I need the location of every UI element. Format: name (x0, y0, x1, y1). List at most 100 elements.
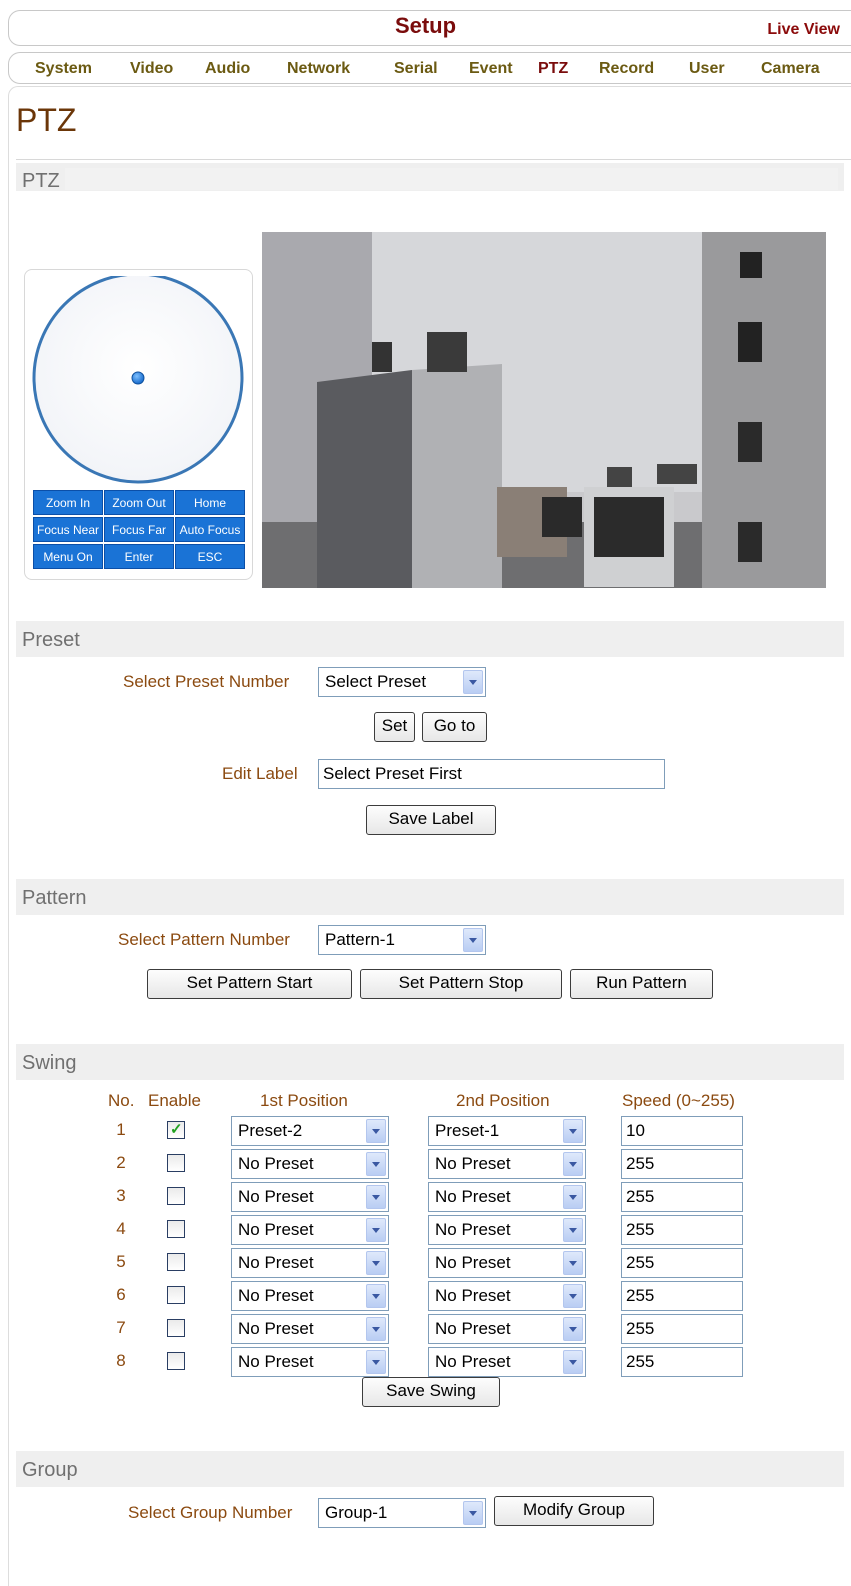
preset-select-value: Select Preset (325, 672, 427, 691)
swing-first-position-value: No Preset (238, 1319, 314, 1338)
swing-first-position-select[interactable]: No Preset (231, 1347, 389, 1377)
nav-camera[interactable]: Camera (761, 60, 820, 78)
nav-record[interactable]: Record (599, 60, 654, 78)
joystick-handle[interactable] (131, 371, 145, 385)
swing-first-position-value: No Preset (238, 1187, 314, 1206)
group-section-bar (16, 1451, 844, 1487)
nav-user[interactable]: User (689, 60, 725, 78)
swing-second-position-select[interactable]: No Preset (428, 1182, 586, 1212)
edit-label-label: Edit Label (222, 764, 298, 783)
preset-select[interactable]: Select Preset (318, 667, 486, 697)
chevron-down-icon (463, 1501, 483, 1525)
save-swing-button[interactable]: Save Swing (362, 1377, 500, 1407)
home-button[interactable]: Home (175, 490, 245, 515)
swing-row-number: 5 (116, 1252, 126, 1271)
swing-first-position-select[interactable]: No Preset (231, 1248, 389, 1278)
swing-second-position-select[interactable]: No Preset (428, 1215, 586, 1245)
set-pattern-start-button[interactable]: Set Pattern Start (147, 969, 352, 999)
select-group-label: Select Group Number (128, 1503, 293, 1522)
swing-second-position-select[interactable]: No Preset (428, 1248, 586, 1278)
focus-near-button[interactable]: Focus Near (33, 517, 103, 542)
joystick-pad[interactable] (31, 276, 246, 491)
page-title: PTZ (16, 102, 77, 138)
pattern-section-title: Pattern (22, 887, 87, 909)
swing-first-position-value: No Preset (238, 1253, 314, 1272)
nav-audio[interactable]: Audio (205, 60, 250, 78)
swing-header-first: 1st Position (260, 1091, 348, 1110)
chevron-down-icon (563, 1119, 583, 1143)
nav-network[interactable]: Network (287, 60, 350, 78)
swing-enable-checkbox[interactable] (167, 1220, 185, 1238)
chevron-down-icon (563, 1251, 583, 1275)
group-select[interactable]: Group-1 (318, 1498, 486, 1528)
title-divider (16, 159, 851, 160)
preset-section-bar (16, 621, 844, 657)
zoom-in-button[interactable]: Zoom In (33, 490, 103, 515)
ptz-section-title: PTZ (22, 170, 60, 192)
swing-second-position-select[interactable]: No Preset (428, 1281, 586, 1311)
chevron-down-icon (366, 1251, 386, 1275)
swing-first-position-select[interactable]: Preset-2 (231, 1116, 389, 1146)
swing-first-position-select[interactable]: No Preset (231, 1215, 389, 1245)
swing-first-position-value: No Preset (238, 1220, 314, 1239)
swing-second-position-select[interactable]: No Preset (428, 1347, 586, 1377)
enter-button[interactable]: Enter (104, 544, 174, 569)
select-pattern-label: Select Pattern Number (118, 930, 290, 949)
swing-enable-checkbox[interactable] (167, 1120, 185, 1139)
save-label-button[interactable]: Save Label (366, 805, 496, 835)
swing-second-position-value: No Preset (435, 1220, 511, 1239)
swing-enable-checkbox[interactable] (167, 1319, 185, 1337)
chevron-down-icon (463, 670, 483, 694)
swing-enable-checkbox[interactable] (167, 1154, 185, 1172)
swing-second-position-select[interactable]: Preset-1 (428, 1116, 586, 1146)
swing-speed-input[interactable]: 255 (621, 1314, 743, 1344)
swing-section-bar (16, 1044, 844, 1080)
goto-preset-button[interactable]: Go to (422, 712, 487, 742)
zoom-out-button[interactable]: Zoom Out (104, 490, 174, 515)
chevron-down-icon (366, 1152, 386, 1176)
swing-enable-checkbox[interactable] (167, 1352, 185, 1370)
set-pattern-stop-button[interactable]: Set Pattern Stop (360, 969, 562, 999)
swing-second-position-select[interactable]: No Preset (428, 1314, 586, 1344)
swing-first-position-select[interactable]: No Preset (231, 1149, 389, 1179)
menu-on-button[interactable]: Menu On (33, 544, 103, 569)
swing-speed-input[interactable]: 255 (621, 1149, 743, 1179)
swing-speed-input[interactable]: 255 (621, 1248, 743, 1278)
chevron-down-icon (366, 1317, 386, 1341)
swing-speed-input[interactable]: 255 (621, 1281, 743, 1311)
run-pattern-button[interactable]: Run Pattern (570, 969, 713, 999)
edit-label-input[interactable]: Select Preset First (318, 759, 665, 789)
nav-video[interactable]: Video (130, 60, 173, 78)
swing-first-position-select[interactable]: No Preset (231, 1281, 389, 1311)
swing-enable-checkbox[interactable] (167, 1187, 185, 1205)
modify-group-button[interactable]: Modify Group (494, 1496, 654, 1526)
swing-first-position-select[interactable]: No Preset (231, 1314, 389, 1344)
swing-row-number: 4 (116, 1219, 126, 1238)
swing-second-position-value: Preset-1 (435, 1121, 500, 1140)
focus-far-button[interactable]: Focus Far (104, 517, 174, 542)
pattern-select[interactable]: Pattern-1 (318, 925, 486, 955)
swing-enable-checkbox[interactable] (167, 1286, 185, 1304)
swing-second-position-value: No Preset (435, 1187, 511, 1206)
nav-ptz[interactable]: PTZ (538, 60, 568, 78)
swing-speed-input[interactable]: 255 (621, 1215, 743, 1245)
swing-speed-input[interactable]: 10 (621, 1116, 743, 1146)
nav-system[interactable]: System (35, 60, 92, 78)
chevron-down-icon (366, 1185, 386, 1209)
swing-speed-input[interactable]: 255 (621, 1182, 743, 1212)
ptz-section-strip (65, 168, 838, 190)
pattern-select-value: Pattern-1 (325, 930, 395, 949)
set-preset-button[interactable]: Set (374, 712, 415, 742)
swing-second-position-select[interactable]: No Preset (428, 1149, 586, 1179)
nav-serial[interactable]: Serial (394, 60, 438, 78)
swing-row-number: 7 (116, 1318, 126, 1337)
swing-enable-checkbox[interactable] (167, 1253, 185, 1271)
swing-first-position-select[interactable]: No Preset (231, 1182, 389, 1212)
nav-event[interactable]: Event (469, 60, 513, 78)
live-view-link[interactable]: Live View (767, 21, 840, 39)
auto-focus-button[interactable]: Auto Focus (175, 517, 245, 542)
swing-speed-input[interactable]: 255 (621, 1347, 743, 1377)
esc-button[interactable]: ESC (175, 544, 245, 569)
swing-second-position-value: No Preset (435, 1253, 511, 1272)
swing-row-number: 6 (116, 1285, 126, 1304)
